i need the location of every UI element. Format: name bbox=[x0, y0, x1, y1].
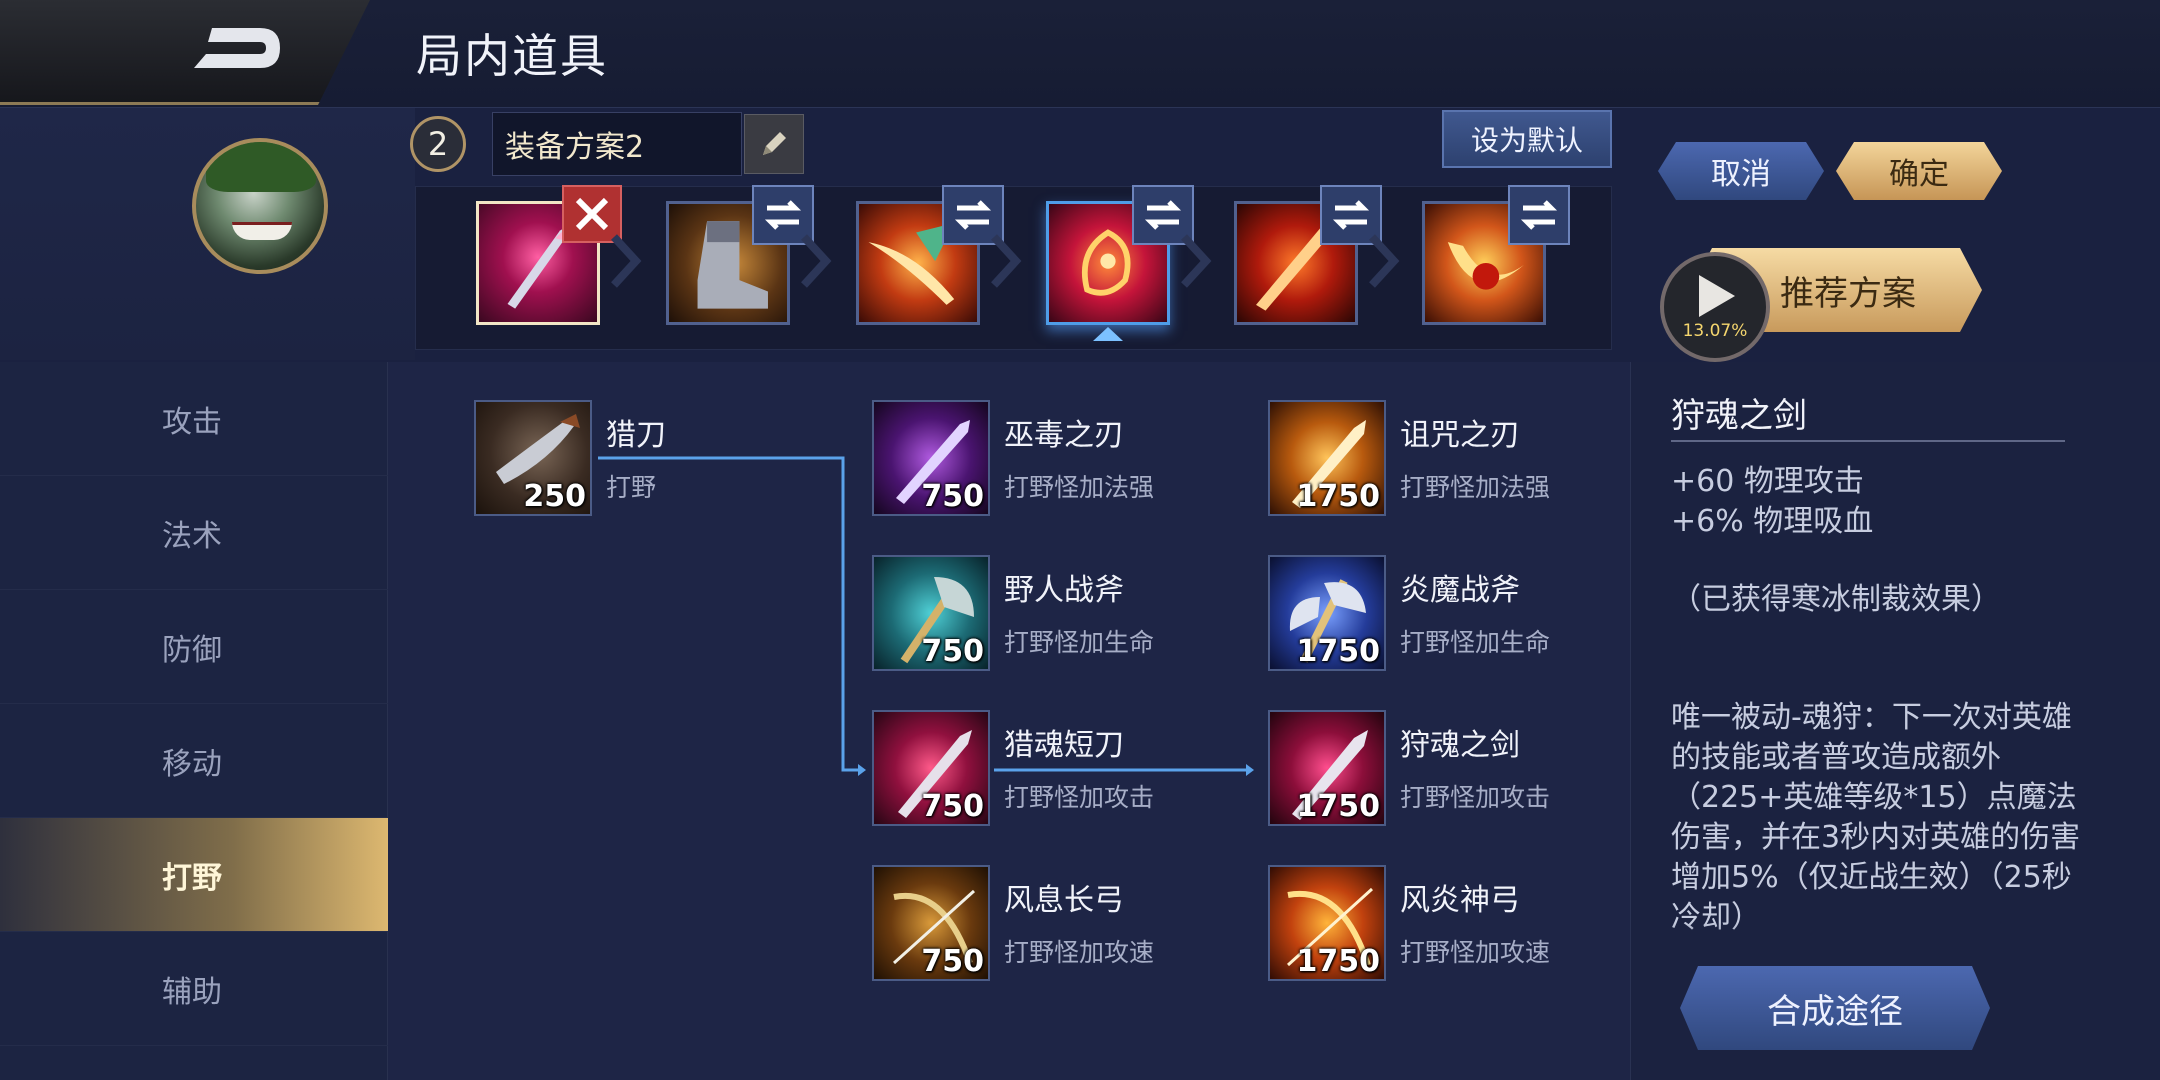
category-defense[interactable]: 防御 bbox=[0, 590, 388, 704]
chevron-right-icon bbox=[1181, 234, 1212, 288]
play-icon bbox=[1699, 275, 1735, 317]
item-savage-axe[interactable]: 750 野人战斧 打野怪加生命 bbox=[872, 555, 1312, 675]
chevron-right-icon bbox=[611, 234, 642, 288]
plan-name-text: 装备方案2 bbox=[505, 130, 645, 165]
equipment-slots bbox=[415, 185, 1612, 350]
detail-title: 狩魂之剑 bbox=[1671, 396, 1807, 436]
plan-name-field[interactable]: 装备方案2 bbox=[492, 112, 742, 176]
category-sidebar: 攻击 法术 防御 移动 打野 辅助 bbox=[0, 362, 388, 1080]
item-icon: 750 bbox=[872, 710, 990, 826]
item-icon: 1750 bbox=[1268, 710, 1386, 826]
item-soul-hunter-dagger[interactable]: 750 猎魂短刀 打野怪加攻击 bbox=[872, 710, 1312, 830]
item-desc: 打野 bbox=[606, 473, 657, 502]
chevron-right-icon bbox=[1369, 234, 1400, 288]
item-desc: 打野怪加法强 bbox=[1004, 473, 1155, 502]
item-icon: 250 bbox=[474, 400, 592, 516]
close-icon bbox=[575, 197, 609, 231]
cancel-button[interactable]: 取消 bbox=[1658, 142, 1824, 200]
item-name: 猎刀 bbox=[606, 418, 666, 453]
item-icon: 750 bbox=[872, 555, 990, 671]
category-attack[interactable]: 攻击 bbox=[0, 362, 388, 476]
set-default-button[interactable]: 设为默认 bbox=[1442, 110, 1612, 168]
swap-icon bbox=[1520, 200, 1558, 230]
hero-avatar[interactable] bbox=[192, 138, 328, 274]
chevron-right-icon bbox=[991, 234, 1022, 288]
back-arrow-icon bbox=[194, 28, 280, 68]
item-hunting-knife[interactable]: 250 猎刀 打野 bbox=[474, 400, 914, 520]
item-price: 250 bbox=[523, 479, 586, 514]
item-icon: 750 bbox=[872, 865, 990, 981]
plan-number-badge[interactable]: 2 bbox=[410, 116, 466, 172]
category-movement[interactable]: 移动 bbox=[0, 704, 388, 818]
item-price: 1750 bbox=[1296, 634, 1381, 669]
page-title: 局内道具 bbox=[416, 29, 608, 83]
item-name: 狩魂之剑 bbox=[1400, 728, 1520, 763]
item-wind-bow[interactable]: 750 风息长弓 打野怪加攻速 bbox=[872, 865, 1312, 985]
craft-path-button[interactable]: 合成途径 bbox=[1680, 966, 1990, 1050]
top-bar: 局内道具 bbox=[0, 0, 2160, 108]
category-magic[interactable]: 法术 bbox=[0, 476, 388, 590]
category-support[interactable]: 辅助 bbox=[0, 932, 388, 1046]
item-desc: 打野怪加生命 bbox=[1004, 628, 1155, 657]
item-name: 风炎神弓 bbox=[1400, 883, 1520, 918]
item-name: 炎魔战斧 bbox=[1400, 573, 1520, 608]
swap-icon bbox=[764, 200, 802, 230]
item-name: 巫毒之刃 bbox=[1004, 418, 1124, 453]
play-progress-badge[interactable]: 13.07% bbox=[1660, 252, 1770, 362]
item-price: 750 bbox=[921, 944, 984, 979]
item-desc: 打野怪加法强 bbox=[1400, 473, 1551, 502]
detail-divider bbox=[1671, 440, 2065, 442]
item-price: 750 bbox=[921, 479, 984, 514]
item-price: 750 bbox=[921, 634, 984, 669]
item-desc: 打野怪加攻击 bbox=[1400, 783, 1551, 812]
pencil-icon bbox=[763, 132, 786, 155]
item-desc: 打野怪加攻速 bbox=[1004, 938, 1155, 967]
item-price: 1750 bbox=[1296, 479, 1381, 514]
item-price: 1750 bbox=[1296, 944, 1381, 979]
item-price: 1750 bbox=[1296, 789, 1381, 824]
item-icon: 750 bbox=[872, 400, 990, 516]
swap-icon bbox=[1332, 200, 1370, 230]
item-desc: 打野怪加攻速 bbox=[1400, 938, 1551, 967]
swap-icon bbox=[1144, 200, 1182, 230]
item-name: 猎魂短刀 bbox=[1004, 728, 1124, 763]
edit-plan-name-button[interactable] bbox=[744, 114, 804, 174]
confirm-button[interactable]: 确定 bbox=[1836, 142, 2002, 200]
category-jungle[interactable]: 打野 bbox=[0, 818, 388, 932]
item-desc: 打野怪加攻击 bbox=[1004, 783, 1155, 812]
item-icon: 1750 bbox=[1268, 865, 1386, 981]
item-name: 野人战斧 bbox=[1004, 573, 1124, 608]
item-name: 诅咒之刃 bbox=[1400, 418, 1520, 453]
detail-passive[interactable]: 唯一被动-魂狩：下一次对英雄的技能或者普攻造成额外（225+英雄等级*15）点魔… bbox=[1671, 698, 2081, 938]
item-desc: 打野怪加生命 bbox=[1400, 628, 1551, 657]
item-icon: 1750 bbox=[1268, 400, 1386, 516]
play-percent: 13.07% bbox=[1682, 321, 1748, 341]
swap-slot-button[interactable] bbox=[1508, 185, 1570, 245]
item-voodoo-blade[interactable]: 750 巫毒之刃 打野怪加法强 bbox=[872, 400, 1312, 520]
item-name: 风息长弓 bbox=[1004, 883, 1124, 918]
detail-note: （已获得寒冰制裁效果） bbox=[1671, 582, 2001, 617]
item-icon: 1750 bbox=[1268, 555, 1386, 671]
chevron-right-icon bbox=[801, 234, 832, 288]
item-tree: 250 猎刀 打野 750 巫毒之刃 打野怪加法强 750 野人战斧 打野怪加生… bbox=[388, 362, 1630, 1080]
active-slot-marker-icon bbox=[1093, 327, 1123, 341]
detail-stat-attack: +60 物理攻击 bbox=[1671, 464, 1864, 499]
hero-panel: 更换 bbox=[0, 108, 415, 360]
back-button[interactable] bbox=[0, 0, 370, 105]
swap-icon bbox=[954, 200, 992, 230]
item-price: 750 bbox=[921, 789, 984, 824]
detail-stat-lifesteal: +6% 物理吸血 bbox=[1671, 504, 1874, 539]
